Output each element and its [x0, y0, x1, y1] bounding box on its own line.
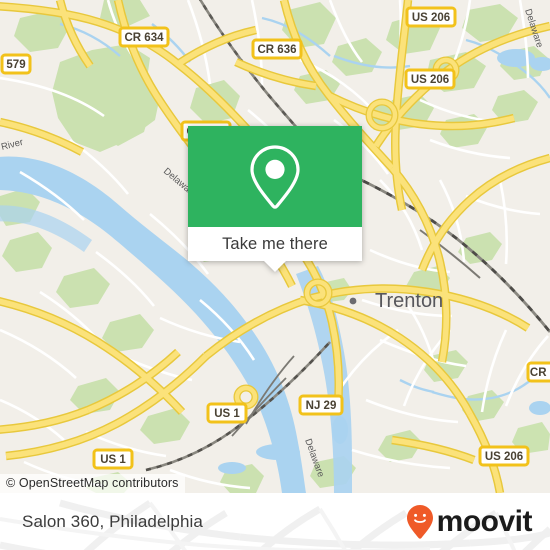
- road-shield-label: CR 634: [125, 32, 165, 44]
- road-shield-label: CR 636: [258, 44, 297, 56]
- road-shield: US 206: [404, 68, 456, 90]
- road-shield: CR 6: [526, 361, 550, 383]
- moovit-smile-pin-icon: [406, 504, 433, 539]
- map-pin-icon: [250, 144, 300, 209]
- callout-pointer-tail: [264, 261, 286, 272]
- road-shield-label: CR 6: [530, 367, 550, 379]
- moovit-place-card: River Delaware Delaware Delaware Trenton CR…: [0, 0, 550, 550]
- road-shield-label: NJ 29: [306, 400, 337, 412]
- place-callout-card[interactable]: Take me there: [188, 126, 362, 272]
- callout-pin-panel: [188, 126, 362, 227]
- moovit-wordmark: moovit: [436, 504, 533, 538]
- osm-attribution[interactable]: © OpenStreetMap contributors: [0, 474, 185, 493]
- road-shield: US 206: [405, 6, 457, 28]
- road-shield: US 1: [206, 402, 248, 424]
- road-shield-label: US 206: [411, 74, 449, 86]
- road-shield: CR 634: [118, 26, 170, 48]
- place-title: Salon 360, Philadelphia: [22, 511, 203, 531]
- city-label: Trenton: [375, 290, 443, 312]
- road-shield: US 206: [478, 445, 530, 467]
- road-shield-label: 579: [6, 59, 25, 71]
- road-shield: CR 636: [251, 38, 303, 60]
- road-shield-label: US 1: [214, 408, 240, 420]
- take-me-there-label: Take me there: [222, 234, 328, 253]
- moovit-brand[interactable]: moovit: [405, 493, 533, 550]
- callout-action-bar[interactable]: Take me there: [188, 227, 362, 272]
- road-shield: US 1: [92, 448, 134, 470]
- road-shield-label: US 206: [485, 451, 523, 463]
- road-shield: NJ 29: [298, 394, 344, 416]
- road-shield-label: US 206: [412, 12, 450, 24]
- road-shield-label: US 1: [100, 454, 126, 466]
- city-marker-dot: [349, 297, 357, 305]
- footer-bar: Salon 360, Philadelphia moovit: [0, 493, 550, 550]
- road-shield: 579: [0, 53, 32, 75]
